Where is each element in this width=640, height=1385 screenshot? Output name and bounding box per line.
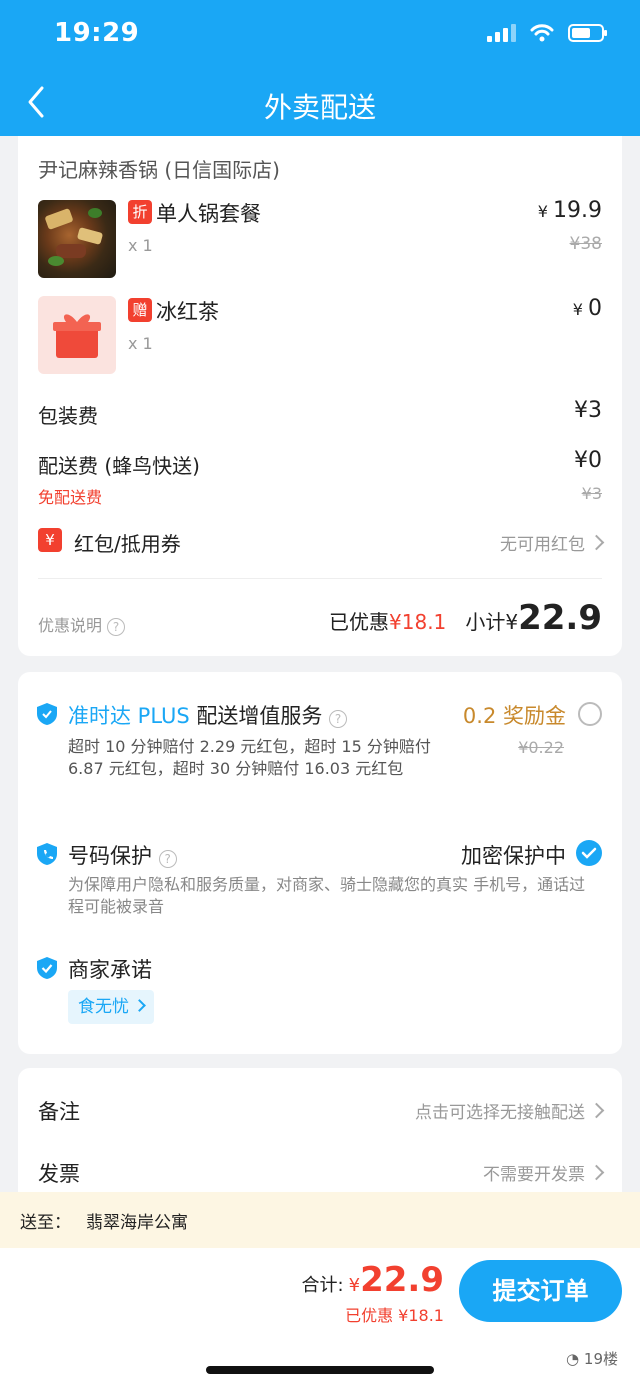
- chevron-right-icon: [133, 999, 146, 1012]
- order-item[interactable]: 折 单人锅套餐 x 1 ¥ 19.9 ¥38: [38, 198, 602, 278]
- battery-icon: [568, 24, 607, 42]
- note-value: 点击可选择无接触配送: [415, 1098, 605, 1123]
- discount-info-label: 优惠说明: [38, 616, 103, 635]
- chevron-right-icon: [588, 1164, 605, 1181]
- delivery-fee-original: ¥3: [581, 484, 602, 503]
- saved-value: ¥18.1: [389, 610, 447, 634]
- coupon-value: 无可用红包: [500, 530, 605, 555]
- note-value-text: 点击可选择无接触配送: [415, 1103, 585, 1123]
- watermark: ◔ 19楼: [566, 1348, 618, 1369]
- item-name: 单人锅套餐: [156, 202, 261, 226]
- help-icon: ?: [158, 850, 177, 868]
- note-label: 备注: [38, 1100, 80, 1124]
- reward-amount: 0.2 奖励金: [462, 704, 566, 728]
- privacy-status: 加密保护中: [461, 844, 566, 868]
- promise-title: 商家承诺: [68, 958, 152, 982]
- order-item[interactable]: 赠 冰红茶 x 1 ¥ 0: [38, 296, 602, 376]
- home-indicator: [206, 1366, 434, 1374]
- ontime-brand: 准时达 PLUS: [68, 704, 190, 728]
- delivery-fee-value: ¥0: [574, 448, 602, 473]
- item-qty: x 1: [128, 334, 153, 353]
- total-value: 22.9: [360, 1260, 444, 1300]
- invoice-value-text: 不需要开发票: [483, 1165, 585, 1185]
- chevron-right-icon: [588, 1102, 605, 1119]
- address-label: 送至：: [20, 1213, 71, 1233]
- phone-shield-icon: [37, 843, 57, 865]
- status-icons: [487, 24, 607, 42]
- shield-check-icon: [37, 957, 57, 979]
- submit-order-button[interactable]: 提交订单: [459, 1260, 622, 1322]
- services-card: 准时达 PLUS 配送增值服务 ? 0.2 奖励金 ¥0.22 超时 10 分钟…: [18, 672, 622, 1054]
- extras-card: 备注 点击可选择无接触配送 发票 不需要开发票: [18, 1068, 622, 1208]
- chevron-right-icon: [588, 534, 605, 551]
- privacy-title: 号码保护 ?: [68, 840, 177, 870]
- invoice-label: 发票: [38, 1162, 80, 1186]
- item-price: ¥ 0: [572, 296, 602, 321]
- signal-icon: [487, 24, 516, 42]
- item-original-price: ¥38: [569, 234, 602, 254]
- coupon-row[interactable]: ¥ 红包/抵用券 无可用红包: [38, 524, 605, 558]
- packing-fee-label: 包装费: [38, 404, 98, 428]
- item-price: ¥ 19.9: [537, 198, 602, 223]
- subtotal-currency: ¥: [505, 610, 519, 634]
- help-icon: ?: [107, 618, 126, 636]
- total-currency: ¥: [348, 1275, 361, 1296]
- shield-icon: [37, 703, 57, 725]
- item-name: 冰红茶: [156, 300, 219, 324]
- reward-original: ¥0.22: [518, 738, 564, 757]
- app-header: 19:29 外卖配送: [0, 0, 640, 136]
- note-row[interactable]: 备注 点击可选择无接触配送: [38, 1094, 605, 1126]
- invoice-row[interactable]: 发票 不需要开发票: [38, 1156, 605, 1188]
- total-saved: 已优惠 ¥18.1: [345, 1306, 444, 1325]
- promise-tag-text: 食无忧: [78, 997, 129, 1017]
- item-price-value: 0: [588, 296, 602, 321]
- subtotal-value: 22.9: [518, 598, 602, 638]
- item-qty: x 1: [128, 236, 153, 255]
- food-image: [38, 200, 116, 278]
- privacy-desc: 为保障用户隐私和服务质量，对商家、骑士隐藏您的真实 手机号，通话过程可能被录音: [68, 875, 586, 916]
- order-card: 尹记麻辣香锅 (日信国际店) 折 单人锅套餐 x 1 ¥ 19.9 ¥38 赠 …: [18, 136, 622, 656]
- divider: [38, 578, 602, 579]
- packing-fee-value: ¥3: [574, 398, 602, 423]
- discount-badge: 折: [128, 200, 152, 224]
- ontime-title: 准时达 PLUS 配送增值服务 ?: [68, 700, 348, 730]
- coupon-label: 红包/抵用券: [74, 532, 181, 556]
- check-icon: [581, 847, 597, 859]
- privacy-title-text: 号码保护: [68, 844, 152, 868]
- gift-image: [38, 296, 116, 374]
- help-icon: ?: [329, 710, 348, 728]
- total-row: 合计: ¥22.9: [301, 1260, 444, 1300]
- watermark-text: 19楼: [583, 1350, 618, 1368]
- address-banner[interactable]: 送至： 翡翠海岸公寓: [0, 1192, 640, 1248]
- wechat-icon: ◔: [566, 1350, 580, 1368]
- saved-label: 已优惠: [329, 610, 390, 634]
- wifi-icon: [530, 24, 554, 42]
- discount-info[interactable]: 优惠说明 ?: [38, 612, 126, 636]
- total-label: 合计:: [301, 1275, 344, 1296]
- free-delivery-note: 免配送费: [38, 488, 103, 507]
- privacy-checkbox[interactable]: [576, 840, 602, 866]
- address-value: 翡翠海岸公寓: [86, 1213, 188, 1233]
- gift-icon: [53, 314, 101, 358]
- gift-badge: 赠: [128, 298, 152, 322]
- ontime-service: 配送增值服务: [196, 704, 323, 728]
- coupon-badge: ¥: [38, 528, 62, 552]
- coupon-value-text: 无可用红包: [500, 535, 585, 555]
- subtotal-label: 小计: [465, 610, 506, 634]
- subtotal-row: 已优惠¥18.1 小计¥22.9: [329, 598, 602, 638]
- delivery-fee-label: 配送费 (蜂鸟快送): [38, 454, 200, 478]
- invoice-value: 不需要开发票: [483, 1160, 605, 1185]
- promise-tag[interactable]: 食无忧: [68, 990, 154, 1024]
- shop-name: 尹记麻辣香锅 (日信国际店): [38, 158, 280, 182]
- item-price-value: 19.9: [553, 198, 602, 223]
- ontime-desc: 超时 10 分钟赔付 2.29 元红包，超时 15 分钟赔付 6.87 元红包，…: [68, 737, 431, 778]
- status-time: 19:29: [54, 18, 140, 48]
- ontime-radio[interactable]: [578, 702, 602, 726]
- page-title: 外卖配送: [263, 91, 376, 124]
